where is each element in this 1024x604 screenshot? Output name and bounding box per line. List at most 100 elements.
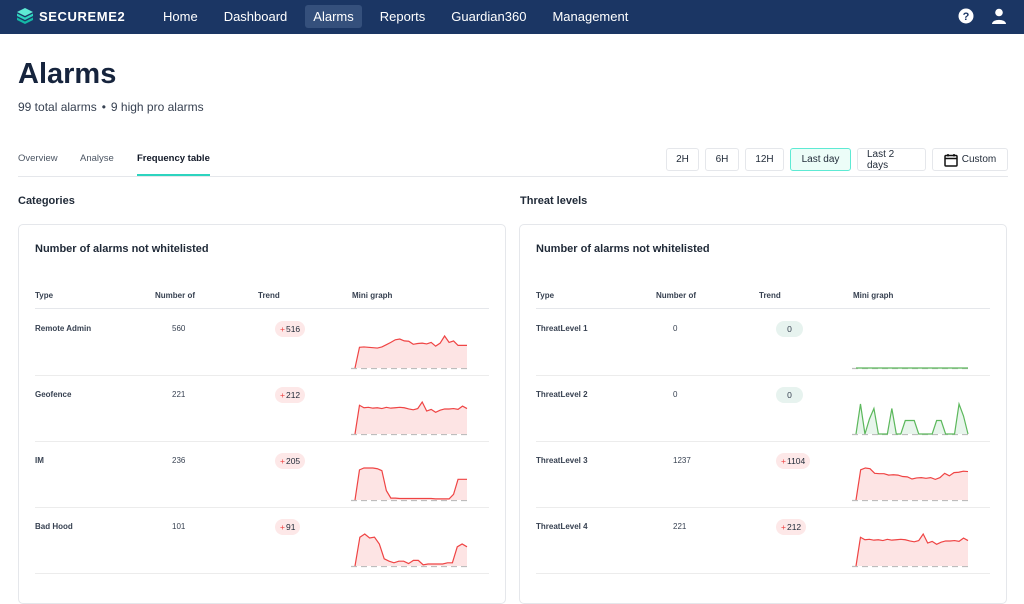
trend-value: 0 xyxy=(787,324,792,334)
mini-graph xyxy=(351,533,468,568)
row-count: 1237 xyxy=(673,456,691,465)
trend-badge: +205 xyxy=(275,453,306,469)
range-2h-button[interactable]: 2H xyxy=(666,148,699,171)
mini-graph-area xyxy=(355,534,467,566)
threat-levels-card: Number of alarms not whitelisted Type Nu… xyxy=(519,224,1007,604)
categories-card: Number of alarms not whitelisted Type Nu… xyxy=(18,224,506,604)
tab-frequency-table[interactable]: Frequency table xyxy=(137,153,210,176)
mini-graph xyxy=(852,367,968,370)
column-header-trend[interactable]: Trend xyxy=(258,291,280,300)
trend-value: 205 xyxy=(285,456,301,466)
tab-overview[interactable]: Overview xyxy=(18,153,58,174)
trend-badge: +212 xyxy=(275,387,306,403)
alarm-summary: 99 total alarms • 9 high pro alarms xyxy=(18,100,204,114)
nav-item-reports[interactable]: Reports xyxy=(372,5,434,28)
trend-up-indicator: + xyxy=(280,390,285,400)
user-icon[interactable] xyxy=(990,7,1008,25)
range-last-2-days-button[interactable]: Last 2 days xyxy=(857,148,926,171)
trend-badge: +212 xyxy=(776,519,807,535)
table-row[interactable]: IM 236 +205 xyxy=(35,442,489,508)
row-type: ThreatLevel 3 xyxy=(536,456,588,465)
column-header-type[interactable]: Type xyxy=(536,291,554,300)
row-type: Bad Hood xyxy=(35,522,73,531)
trend-up-indicator: + xyxy=(280,324,285,334)
trend-badge: +91 xyxy=(275,519,301,535)
nav-item-management[interactable]: Management xyxy=(544,5,636,28)
trend-up-indicator: + xyxy=(781,456,786,466)
mini-graph-area xyxy=(856,404,968,434)
row-type: ThreatLevel 1 xyxy=(536,324,588,333)
separator-dot: • xyxy=(101,100,106,114)
nav-actions: ? xyxy=(942,7,1008,25)
table-row[interactable]: ThreatLevel 3 1237 +1104 xyxy=(536,442,990,508)
mini-graph xyxy=(852,467,969,502)
trend-value: 516 xyxy=(285,324,301,334)
brand-logo[interactable]: SECUREME2 xyxy=(16,7,125,25)
table-header: Type Number of Trend Mini graph xyxy=(35,289,489,309)
top-navigation-bar: SECUREME2 Home Dashboard Alarms Reports … xyxy=(0,0,1024,34)
trend-badge: 0 xyxy=(776,387,803,403)
table-row[interactable]: Remote Admin 560 +516 xyxy=(35,310,489,376)
table-row[interactable]: ThreatLevel 4 221 +212 xyxy=(536,508,990,574)
high-priority-count: 9 high pro alarms xyxy=(110,100,204,114)
custom-label: Custom xyxy=(961,154,997,165)
range-12h-button[interactable]: 12H xyxy=(745,148,784,171)
svg-text:?: ? xyxy=(963,11,970,23)
column-header-number[interactable]: Number of xyxy=(656,291,696,300)
mini-graph xyxy=(852,401,969,436)
trend-value: 1104 xyxy=(786,456,806,466)
row-type: Geofence xyxy=(35,390,72,399)
table-row[interactable]: ThreatLevel 1 0 0 xyxy=(536,310,990,376)
trend-value: 0 xyxy=(787,390,792,400)
tab-analyse[interactable]: Analyse xyxy=(80,153,114,174)
row-count: 221 xyxy=(673,522,687,531)
range-last-day-button[interactable]: Last day xyxy=(790,148,851,171)
row-type: ThreatLevel 4 xyxy=(536,522,588,531)
nav-item-guardian360[interactable]: Guardian360 xyxy=(443,5,534,28)
calendar-icon xyxy=(944,153,958,167)
table-row[interactable]: ThreatLevel 2 0 0 xyxy=(536,376,990,442)
nav-item-alarms[interactable]: Alarms xyxy=(305,5,362,28)
table-header: Type Number of Trend Mini graph xyxy=(536,289,990,309)
nav-item-dashboard[interactable]: Dashboard xyxy=(216,5,296,28)
section-title-threat-levels: Threat levels xyxy=(520,195,588,207)
total-alarms-count: 99 total alarms xyxy=(18,100,97,114)
row-count: 221 xyxy=(172,390,186,399)
range-6h-button[interactable]: 6H xyxy=(705,148,739,171)
nav-item-home[interactable]: Home xyxy=(155,5,206,28)
mini-graph-area xyxy=(355,402,467,434)
row-type: IM xyxy=(35,456,44,465)
mini-graph xyxy=(351,400,468,436)
row-count: 560 xyxy=(172,324,186,333)
row-count: 101 xyxy=(172,522,186,531)
mini-graph-area xyxy=(355,336,467,368)
trend-up-indicator: + xyxy=(781,522,786,532)
time-range-selector: 2H 6H 12H Last day Last 2 days Custom xyxy=(660,148,1008,171)
column-header-type[interactable]: Type xyxy=(35,291,53,300)
trend-up-indicator: + xyxy=(280,456,285,466)
mini-graph-area xyxy=(856,468,968,500)
row-count: 236 xyxy=(172,456,186,465)
row-count: 0 xyxy=(673,324,678,333)
trend-value: 212 xyxy=(285,390,301,400)
trend-value: 212 xyxy=(786,522,802,532)
column-header-mini-graph: Mini graph xyxy=(352,291,393,300)
column-header-mini-graph: Mini graph xyxy=(853,291,894,300)
mini-graph-area xyxy=(355,468,467,500)
mini-graph xyxy=(351,334,467,370)
column-header-trend[interactable]: Trend xyxy=(759,291,781,300)
mini-graph xyxy=(852,532,969,568)
trend-badge: +1104 xyxy=(776,453,811,469)
column-header-number[interactable]: Number of xyxy=(155,291,195,300)
brand-name: SECUREME2 xyxy=(39,8,126,24)
range-custom-button[interactable]: Custom xyxy=(932,148,1008,171)
trend-badge: 0 xyxy=(776,321,803,337)
table-row[interactable]: Geofence 221 +212 xyxy=(35,376,489,442)
mini-graph-area xyxy=(856,534,968,566)
row-type: Remote Admin xyxy=(35,324,92,333)
table-row[interactable]: Bad Hood 101 +91 xyxy=(35,508,489,574)
logo-cube-icon xyxy=(17,8,33,24)
page-title: Alarms xyxy=(18,58,117,90)
help-icon[interactable]: ? xyxy=(957,7,975,25)
row-count: 0 xyxy=(673,390,678,399)
